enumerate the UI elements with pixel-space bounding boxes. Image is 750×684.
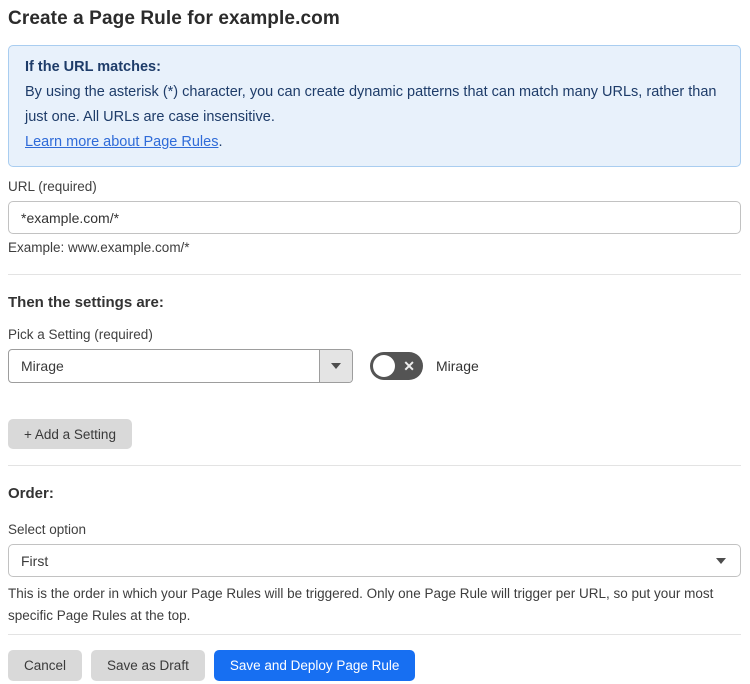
link-suffix: . xyxy=(218,134,223,150)
order-select-label: Select option xyxy=(8,522,87,537)
setting-select[interactable]: Mirage xyxy=(8,349,353,383)
setting-row: Mirage ✕ Mirage xyxy=(8,349,741,383)
toggle-label: Mirage xyxy=(436,358,479,374)
chevron-down-icon xyxy=(716,557,726,564)
url-helper: Example: www.example.com/* xyxy=(8,240,190,255)
order-heading: Order: xyxy=(8,485,54,502)
toggle-x-icon: ✕ xyxy=(403,357,415,374)
info-link-line: Learn more about Page Rules. xyxy=(25,130,724,155)
url-label: URL (required) xyxy=(8,179,97,194)
save-draft-button[interactable]: Save as Draft xyxy=(91,650,205,681)
url-input[interactable] xyxy=(8,201,741,234)
toggle-knob xyxy=(373,355,395,377)
info-body: By using the asterisk (*) character, you… xyxy=(25,84,717,125)
setting-select-arrow-button[interactable] xyxy=(319,350,352,382)
page-title: Create a Page Rule for example.com xyxy=(8,8,340,29)
section-divider-3 xyxy=(8,634,741,635)
actions-bar: Cancel Save as Draft Save and Deploy Pag… xyxy=(8,650,741,681)
learn-more-link[interactable]: Learn more about Page Rules xyxy=(25,134,218,150)
mirage-toggle[interactable]: ✕ xyxy=(370,352,423,380)
chevron-down-icon xyxy=(331,363,341,369)
section-divider xyxy=(8,274,741,275)
settings-heading: Then the settings are: xyxy=(8,294,164,311)
add-setting-button[interactable]: + Add a Setting xyxy=(8,419,132,449)
setting-select-value: Mirage xyxy=(21,358,64,374)
order-select-value: First xyxy=(21,552,49,569)
save-deploy-button[interactable]: Save and Deploy Page Rule xyxy=(213,650,416,681)
info-box: If the URL matches: By using the asteris… xyxy=(8,45,741,167)
order-helper: This is the order in which your Page Rul… xyxy=(8,586,714,623)
cancel-button[interactable]: Cancel xyxy=(8,650,83,681)
setting-label: Pick a Setting (required) xyxy=(8,327,153,342)
info-heading: If the URL matches: xyxy=(25,59,161,75)
section-divider-2 xyxy=(8,465,741,466)
order-select[interactable]: First xyxy=(8,544,741,577)
